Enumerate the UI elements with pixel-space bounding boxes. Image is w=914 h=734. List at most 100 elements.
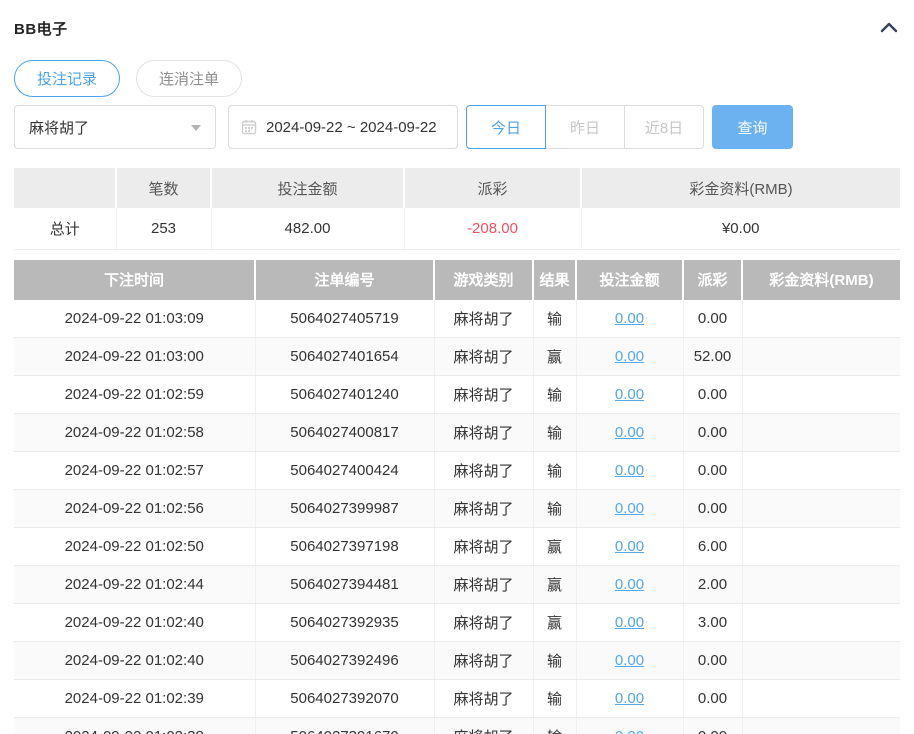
tab-cancelled-orders[interactable]: 连消注单 xyxy=(136,60,242,97)
bonus-cell xyxy=(742,300,900,338)
order-number-cell: 5064027392070 xyxy=(255,680,434,718)
table-row: 2024-09-22 01:02:59 5064027401240 麻将胡了 输… xyxy=(14,376,900,414)
bet-amount-link[interactable]: 0.00 xyxy=(615,576,644,593)
table-row: 2024-09-22 01:02:56 5064027399987 麻将胡了 输… xyxy=(14,490,900,528)
records-table: 下注时间 注单编号 游戏类别 结果 投注金额 派彩 彩金资料(RMB) 2024… xyxy=(14,260,900,734)
bet-amount-link[interactable]: 0.00 xyxy=(615,690,644,707)
payout-cell: 3.00 xyxy=(683,604,742,642)
bet-amount-link[interactable]: 0.00 xyxy=(615,728,644,734)
bet-time-cell: 2024-09-22 01:02:50 xyxy=(14,528,255,566)
payout-cell: 52.00 xyxy=(683,338,742,376)
table-row: 2024-09-22 01:03:09 5064027405719 麻将胡了 输… xyxy=(14,300,900,338)
records-col-order-no: 注单编号 xyxy=(255,260,434,300)
range-today-button[interactable]: 今日 xyxy=(466,105,546,149)
bet-amount-link[interactable]: 0.00 xyxy=(615,652,644,669)
game-type-cell: 麻将胡了 xyxy=(434,642,533,680)
payout-cell: 0.00 xyxy=(683,414,742,452)
table-row: 2024-09-22 01:02:58 5064027400817 麻将胡了 输… xyxy=(14,414,900,452)
summary-col-bonus: 彩金资料(RMB) xyxy=(581,168,900,208)
order-number-cell: 5064027392496 xyxy=(255,642,434,680)
bonus-cell xyxy=(742,338,900,376)
bonus-cell xyxy=(742,604,900,642)
result-cell: 输 xyxy=(533,642,576,680)
range-last8days-button[interactable]: 近8日 xyxy=(624,105,704,149)
bet-amount-cell: 0.00 xyxy=(576,338,683,376)
bet-amount-link[interactable]: 0.00 xyxy=(615,386,644,403)
game-type-cell: 麻将胡了 xyxy=(434,490,533,528)
result-cell: 输 xyxy=(533,300,576,338)
game-type-cell: 麻将胡了 xyxy=(434,718,533,734)
bet-amount-link[interactable]: 0.00 xyxy=(615,500,644,517)
bet-amount-link[interactable]: 0.00 xyxy=(615,614,644,631)
game-type-cell: 麻将胡了 xyxy=(434,566,533,604)
order-number-cell: 5064027391670 xyxy=(255,718,434,734)
bet-amount-cell: 0.00 xyxy=(576,300,683,338)
date-range-value: 2024-09-22 ~ 2024-09-22 xyxy=(266,119,437,136)
bonus-cell xyxy=(742,528,900,566)
panel-header: BB电子 xyxy=(14,0,900,38)
result-cell: 输 xyxy=(533,718,576,734)
bonus-cell xyxy=(742,680,900,718)
order-number-cell: 5064027394481 xyxy=(255,566,434,604)
payout-cell: 0.00 xyxy=(683,718,742,734)
game-type-cell: 麻将胡了 xyxy=(434,604,533,642)
order-number-cell: 5064027405719 xyxy=(255,300,434,338)
bet-amount-cell: 0.00 xyxy=(576,680,683,718)
bet-amount-cell: 0.00 xyxy=(576,528,683,566)
records-body: 2024-09-22 01:03:09 5064027405719 麻将胡了 输… xyxy=(14,300,900,734)
summary-total-payout: -208.00 xyxy=(404,208,581,249)
bet-amount-link[interactable]: 0.00 xyxy=(615,348,644,365)
bet-amount-cell: 0.00 xyxy=(576,604,683,642)
quick-range-group: 今日 昨日 近8日 xyxy=(466,105,704,149)
summary-total-bet-amount: 482.00 xyxy=(211,208,404,249)
table-row: 2024-09-22 01:02:44 5064027394481 麻将胡了 赢… xyxy=(14,566,900,604)
order-number-cell: 5064027392935 xyxy=(255,604,434,642)
game-type-cell: 麻将胡了 xyxy=(434,338,533,376)
bet-time-cell: 2024-09-22 01:02:58 xyxy=(14,414,255,452)
records-col-result: 结果 xyxy=(533,260,576,300)
game-select[interactable]: 麻将胡了 xyxy=(14,105,216,149)
result-cell: 输 xyxy=(533,680,576,718)
records-col-payout: 派彩 xyxy=(683,260,742,300)
bet-amount-link[interactable]: 0.00 xyxy=(615,462,644,479)
page-title: BB电子 xyxy=(14,18,68,39)
date-range-input[interactable]: 2024-09-22 ~ 2024-09-22 xyxy=(228,105,458,149)
game-type-cell: 麻将胡了 xyxy=(434,528,533,566)
records-col-game-type: 游戏类别 xyxy=(434,260,533,300)
bet-time-cell: 2024-09-22 01:02:40 xyxy=(14,642,255,680)
game-type-cell: 麻将胡了 xyxy=(434,300,533,338)
result-cell: 输 xyxy=(533,414,576,452)
betting-records-panel: BB电子 投注记录 连消注单 麻将胡了 2024-09-22 ~ 2024-09… xyxy=(0,0,914,734)
chevron-down-icon xyxy=(191,125,201,131)
payout-cell: 0.00 xyxy=(683,300,742,338)
summary-total-row: 总计 253 482.00 -208.00 ¥0.00 xyxy=(14,208,900,249)
tab-betting-records[interactable]: 投注记录 xyxy=(14,60,120,97)
bet-time-cell: 2024-09-22 01:02:38 xyxy=(14,718,255,734)
bonus-cell xyxy=(742,414,900,452)
collapse-panel-button[interactable] xyxy=(878,17,900,39)
summary-table: 笔数 投注金额 派彩 彩金资料(RMB) 总计 253 482.00 -208.… xyxy=(14,168,900,250)
bet-amount-cell: 0.00 xyxy=(576,718,683,734)
table-row: 2024-09-22 01:02:50 5064027397198 麻将胡了 赢… xyxy=(14,528,900,566)
bet-amount-link[interactable]: 0.00 xyxy=(615,538,644,555)
result-cell: 赢 xyxy=(533,338,576,376)
summary-total-count: 253 xyxy=(116,208,211,249)
records-col-bet-amount: 投注金额 xyxy=(576,260,683,300)
payout-cell: 0.00 xyxy=(683,490,742,528)
bet-time-cell: 2024-09-22 01:02:56 xyxy=(14,490,255,528)
table-row: 2024-09-22 01:02:40 5064027392496 麻将胡了 输… xyxy=(14,642,900,680)
payout-cell: 0.00 xyxy=(683,680,742,718)
result-cell: 输 xyxy=(533,452,576,490)
order-number-cell: 5064027401654 xyxy=(255,338,434,376)
summary-total-bonus: ¥0.00 xyxy=(581,208,900,249)
search-button[interactable]: 查询 xyxy=(712,105,793,149)
bonus-cell xyxy=(742,376,900,414)
bet-time-cell: 2024-09-22 01:02:59 xyxy=(14,376,255,414)
game-type-cell: 麻将胡了 xyxy=(434,680,533,718)
range-yesterday-button[interactable]: 昨日 xyxy=(545,105,625,149)
bet-amount-link[interactable]: 0.00 xyxy=(615,310,644,327)
bet-time-cell: 2024-09-22 01:03:09 xyxy=(14,300,255,338)
bonus-cell xyxy=(742,566,900,604)
bet-amount-link[interactable]: 0.00 xyxy=(615,424,644,441)
bet-amount-cell: 0.00 xyxy=(576,376,683,414)
